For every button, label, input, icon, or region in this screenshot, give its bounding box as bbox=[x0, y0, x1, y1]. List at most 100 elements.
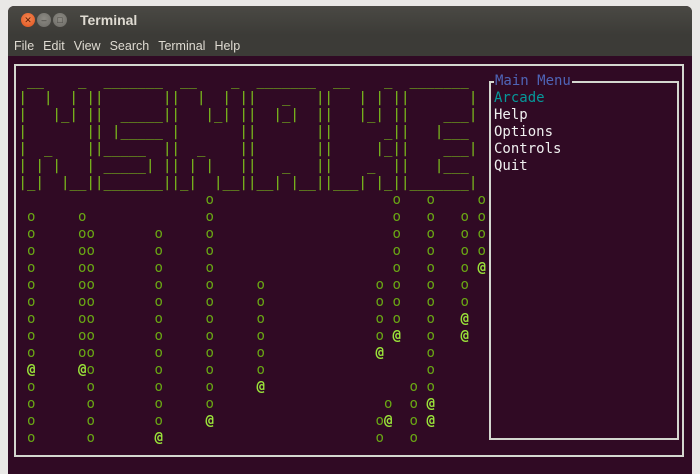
snake-head: @ bbox=[375, 345, 384, 361]
terminal-area[interactable]: __ _ _______ __ _ _______ __ _ _______ |… bbox=[8, 56, 692, 474]
snake-body-segment: o bbox=[86, 277, 95, 293]
snake-body-segment: o bbox=[392, 260, 401, 276]
snake-body-segment: o bbox=[154, 243, 163, 259]
menu-item-controls[interactable]: Controls bbox=[494, 141, 561, 158]
snake-body-segment: o bbox=[154, 396, 163, 412]
snake-body-segment: o bbox=[426, 379, 435, 395]
snake-body-segment: o bbox=[205, 379, 214, 395]
snake-body-segment: o bbox=[426, 362, 435, 378]
snake-body-segment: o bbox=[375, 277, 384, 293]
menu-item-quit[interactable]: Quit bbox=[494, 158, 528, 175]
snake-body-segment: o bbox=[27, 430, 36, 446]
snake-body-segment: o bbox=[392, 243, 401, 259]
logo-row: | |_| || _____|| |_| || |_| || |_| || __… bbox=[10, 107, 478, 123]
snake-body-segment: o bbox=[409, 413, 418, 429]
snake-body-segment: o bbox=[86, 294, 95, 310]
snake-body-segment: o bbox=[426, 192, 435, 208]
snake-body-segment: o bbox=[460, 209, 469, 225]
playfield-row: o oo o o o o o o o bbox=[10, 294, 486, 311]
snake-body-segment: o bbox=[375, 430, 384, 446]
snake-head: @ bbox=[78, 362, 87, 378]
playfield-row: o o o o @ o o bbox=[10, 379, 486, 396]
snake-body-segment: o bbox=[154, 362, 163, 378]
snake-body-segment: o bbox=[256, 277, 265, 293]
title-bar[interactable]: ✕ – □ Terminal bbox=[8, 6, 692, 35]
game-screen: __ _ _______ __ _ _______ __ _ _______ |… bbox=[10, 56, 486, 447]
menu-edit[interactable]: Edit bbox=[43, 39, 65, 53]
snake-body-segment: o bbox=[409, 396, 418, 412]
snake-body-segment: o bbox=[426, 209, 435, 225]
menu-item-help[interactable]: Help bbox=[494, 107, 528, 124]
snake-body-segment: o bbox=[205, 192, 214, 208]
snake-head: @ bbox=[256, 379, 265, 395]
playfield-row: o o o @ o@ o @ bbox=[10, 413, 486, 430]
snake-body-segment: o bbox=[392, 192, 401, 208]
playfield-row: o oo o o o o o o o bbox=[10, 277, 486, 294]
snake-body-segment: o bbox=[78, 243, 87, 259]
snake-body-segment: o bbox=[154, 328, 163, 344]
snake-body-segment: o bbox=[27, 345, 36, 361]
snake-body-segment: o bbox=[392, 311, 401, 327]
snake-head: @ bbox=[154, 430, 163, 446]
snake-body-segment: o bbox=[27, 294, 36, 310]
menu-terminal[interactable]: Terminal bbox=[158, 39, 205, 53]
menu-item-options[interactable]: Options bbox=[494, 124, 553, 141]
snake-body-segment: o bbox=[27, 413, 36, 429]
snake-body-segment: o bbox=[154, 294, 163, 310]
snake-body-segment: o bbox=[426, 311, 435, 327]
playfield-row: o oo o o o o o @ bbox=[10, 260, 486, 277]
logo-row: | || |_____ | || || _|| |___ bbox=[10, 124, 478, 140]
snake-body-segment: o bbox=[409, 430, 418, 446]
snake-head: @ bbox=[426, 413, 435, 429]
window-title: Terminal bbox=[80, 12, 138, 28]
snake-body-segment: o bbox=[460, 277, 469, 293]
playfield: o o o o o o o o o o o o oo o o o o o o o… bbox=[10, 192, 486, 447]
blank-row bbox=[10, 56, 486, 73]
maximize-button[interactable]: □ bbox=[53, 13, 67, 27]
snake-body-segment: o bbox=[78, 226, 87, 242]
snake-body-segment: o bbox=[154, 260, 163, 276]
snake-body-segment: o bbox=[205, 277, 214, 293]
snake-body-segment: o bbox=[256, 345, 265, 361]
close-icon: ✕ bbox=[24, 15, 32, 25]
snake-body-segment: o bbox=[205, 396, 214, 412]
snake-body-segment: o bbox=[27, 260, 36, 276]
snake-body-segment: o bbox=[78, 294, 87, 310]
logo-row: | | | | _____| || | | || _ || _ || |___ bbox=[10, 158, 478, 174]
snake-body-segment: o bbox=[205, 209, 214, 225]
snake-body-segment: o bbox=[460, 260, 469, 276]
snake-body-segment: o bbox=[154, 379, 163, 395]
menu-item-arcade[interactable]: Arcade bbox=[494, 90, 545, 107]
snake-body-segment: o bbox=[375, 328, 384, 344]
snake-body-segment: o bbox=[375, 413, 384, 429]
snake-body-segment: o bbox=[477, 243, 486, 259]
snake-body-segment: o bbox=[86, 260, 95, 276]
snake-body-segment: o bbox=[78, 260, 87, 276]
snake-body-segment: o bbox=[256, 311, 265, 327]
playfield-row: o oo o o o o @ o @ bbox=[10, 328, 486, 345]
snake-body-segment: o bbox=[460, 294, 469, 310]
snake-body-segment: o bbox=[78, 277, 87, 293]
snake-body-segment: o bbox=[154, 413, 163, 429]
snake-body-segment: o bbox=[256, 362, 265, 378]
playfield-row: o oo o o o o o o @ bbox=[10, 311, 486, 328]
menu-bar: File Edit View Search Terminal Help bbox=[8, 35, 692, 56]
minimize-button[interactable]: – bbox=[37, 13, 51, 27]
snake-body-segment: o bbox=[256, 328, 265, 344]
close-button[interactable]: ✕ bbox=[21, 13, 35, 27]
menu-help[interactable]: Help bbox=[214, 39, 240, 53]
snake-body-segment: o bbox=[86, 379, 95, 395]
snake-head: @ bbox=[384, 413, 393, 429]
snake-body-segment: o bbox=[477, 226, 486, 242]
menu-search[interactable]: Search bbox=[110, 39, 150, 53]
snake-body-segment: o bbox=[86, 226, 95, 242]
snake-body-segment: o bbox=[477, 209, 486, 225]
snake-body-segment: o bbox=[205, 328, 214, 344]
snake-body-segment: o bbox=[86, 243, 95, 259]
snake-body-segment: o bbox=[375, 311, 384, 327]
menu-view[interactable]: View bbox=[74, 39, 101, 53]
playfield-row: o o @ o o bbox=[10, 430, 486, 447]
snake-body-segment: o bbox=[256, 294, 265, 310]
snake-body-segment: o bbox=[27, 209, 36, 225]
menu-file[interactable]: File bbox=[14, 39, 34, 53]
